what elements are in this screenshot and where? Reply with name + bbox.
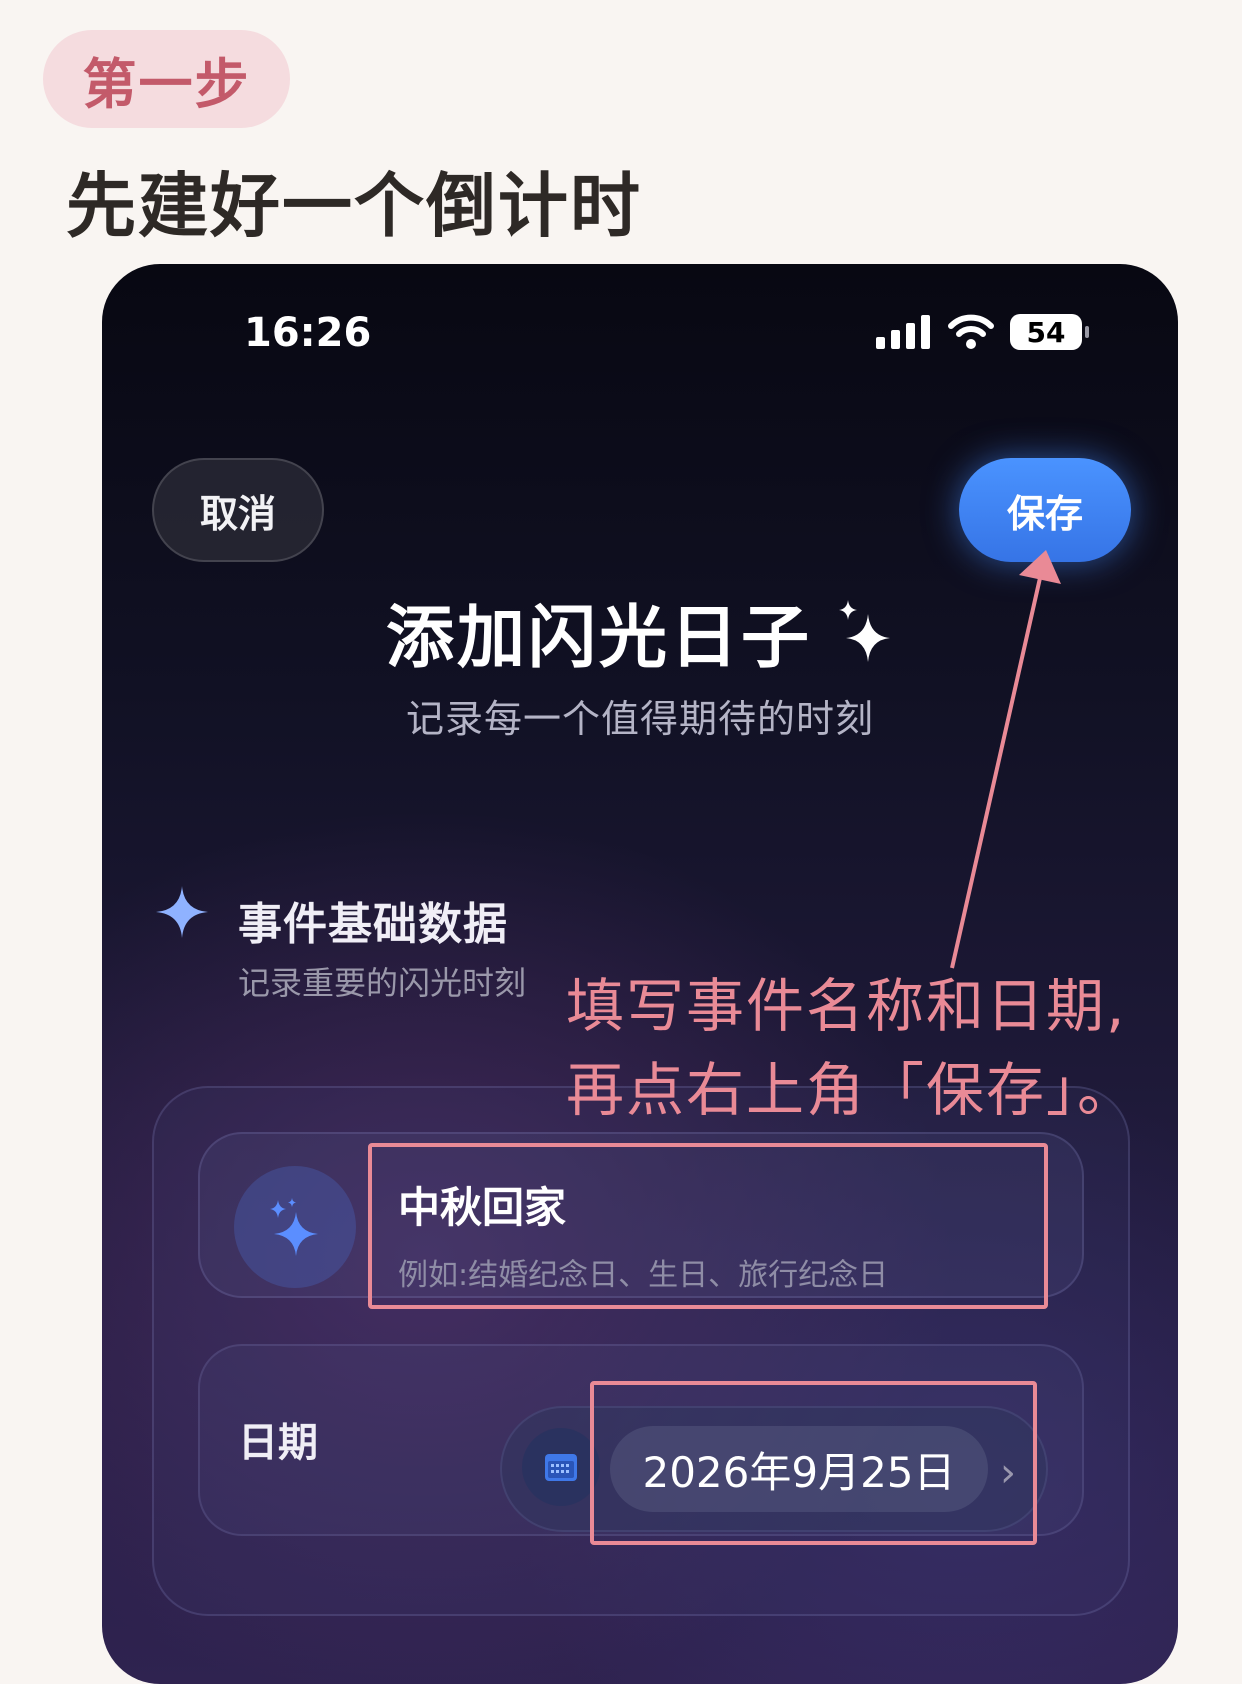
annotation-arrow: [950, 550, 1061, 969]
annotation-line-1: 填写事件名称和日期,: [566, 972, 1127, 1040]
annotation-line-2: 再点右上角「保存」。: [566, 1056, 1138, 1124]
annotation-text: 填写事件名称和日期, 再点右上角「保存」。: [566, 964, 1137, 1132]
